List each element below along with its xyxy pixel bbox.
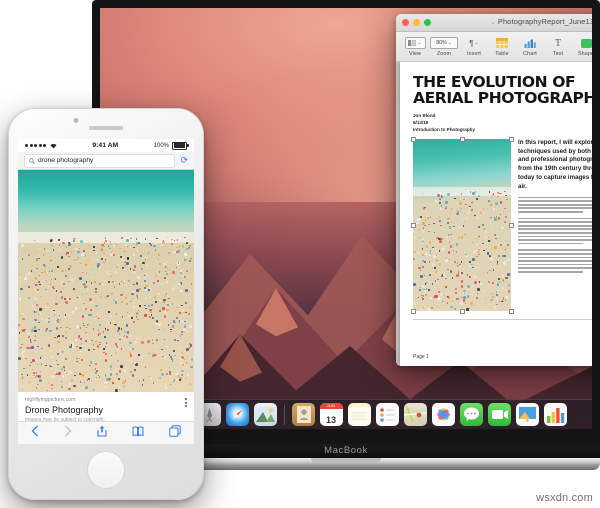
byline-course: Introduction to Photography: [413, 127, 476, 132]
heading-line-2: AERIAL PHOTOGRAPHY: [413, 89, 592, 108]
status-time: 9:41 AM: [92, 142, 119, 149]
search-input-value: drone photography: [38, 157, 94, 164]
dock-item-notes[interactable]: [347, 403, 371, 426]
reload-icon[interactable]: ⟳: [180, 155, 188, 166]
window-title-text: PhotographyReport_June13: [497, 17, 592, 26]
watermark: wsxdn.com: [536, 492, 593, 504]
zoom-value: 80% ⌄: [430, 37, 458, 50]
dock-item-photos[interactable]: [431, 403, 455, 426]
forward-icon[interactable]: [64, 424, 72, 442]
back-icon[interactable]: [31, 424, 39, 442]
insert-icon: ¶ ⌄: [469, 38, 479, 48]
safari-toolbar[interactable]: [18, 421, 194, 444]
chart-icon: [524, 37, 536, 50]
dock-item-reminders[interactable]: [375, 403, 399, 426]
zoom-label: Zoom: [436, 50, 452, 57]
insert-label: Insert: [466, 50, 482, 57]
shape-label: Shape: [577, 50, 592, 57]
calendar-month: JUN: [319, 403, 343, 409]
dock-item-messages[interactable]: [459, 403, 483, 426]
iphone-screen[interactable]: 9:41 AM 100% drone photography ⟳ highfly…: [18, 139, 194, 444]
share-icon[interactable]: [97, 424, 107, 442]
macbook-lid-notch: [311, 458, 381, 463]
selection-handle-ml[interactable]: [411, 222, 416, 228]
toolbar-chart[interactable]: Chart: [516, 37, 544, 57]
document-page[interactable]: THE EVOLUTION OF AERIAL PHOTOGRAPHY Jon …: [400, 62, 592, 366]
view-label: View: [409, 50, 421, 57]
home-button[interactable]: [87, 451, 125, 489]
calendar-day: 13: [325, 415, 336, 425]
toolbar-shape[interactable]: Shape: [572, 37, 592, 57]
lock-chevron-icon: ⌄: [490, 20, 496, 26]
document-canvas[interactable]: THE EVOLUTION OF AERIAL PHOTOGRAPHY Jon …: [396, 62, 592, 366]
earpiece-speaker: [89, 126, 123, 130]
result-title[interactable]: Drone Photography: [25, 405, 187, 415]
toolbar-view[interactable]: ⌄ View: [401, 37, 429, 57]
document-columns: In this report, I will explore the techn…: [411, 136, 592, 314]
window-titlebar[interactable]: ⌄ PhotographyReport_June13 ⌄: [396, 14, 592, 32]
dock-separator: [283, 404, 285, 425]
byline-author: Jon Blond: [413, 113, 436, 119]
byline-date: 6/13/16: [413, 120, 429, 126]
battery-icon: [172, 141, 189, 150]
zoom-percent: 80%: [436, 40, 447, 46]
document-column-left: [411, 136, 514, 314]
dock-item-maps[interactable]: [403, 403, 427, 426]
selection-handle-tr[interactable]: [509, 136, 514, 142]
selection-handle-bl[interactable]: [411, 308, 416, 314]
footer-rule: [413, 318, 592, 320]
toolbar-text[interactable]: T Text: [544, 37, 572, 57]
search-input[interactable]: drone photography: [24, 153, 176, 168]
front-camera-icon: [73, 118, 79, 123]
chart-label: Chart: [523, 50, 537, 57]
dock-item-photos-app[interactable]: [253, 403, 277, 426]
dock-item-calendar[interactable]: JUN 13: [319, 403, 343, 426]
more-options-icon[interactable]: [185, 398, 187, 408]
selection-handle-bc[interactable]: [460, 308, 465, 314]
pages-body: THE EVOLUTION OF AERIAL PHOTOGRAPHY Jon …: [396, 62, 592, 366]
dock-item-contacts[interactable]: [291, 403, 315, 426]
toolbar-insert[interactable]: ¶ ⌄ Insert: [460, 37, 488, 57]
search-result-image[interactable]: [18, 170, 194, 392]
table-label: Table: [495, 50, 509, 57]
window-title: ⌄ PhotographyReport_June13 ⌄: [396, 17, 592, 26]
dock-item-keynote[interactable]: [515, 403, 539, 426]
dock-item-numbers[interactable]: [543, 403, 567, 426]
document-byline[interactable]: Jon Blond 6/13/16 Introduction to Photog…: [413, 113, 592, 134]
document-body-text: [518, 196, 592, 273]
page-number: Page 1: [413, 354, 429, 360]
dock-item-facetime[interactable]: [487, 403, 511, 426]
pages-window[interactable]: ⌄ PhotographyReport_June13 ⌄ ⌄ Vi: [396, 14, 592, 366]
toolbar-table[interactable]: Table: [488, 37, 516, 57]
iphone-device: 9:41 AM 100% drone photography ⟳ highfly…: [8, 108, 204, 500]
toolbar-zoom[interactable]: 80% ⌄ Zoom: [429, 37, 459, 57]
iphone-status-bar: 9:41 AM 100%: [18, 139, 194, 152]
battery-percent: 100%: [153, 142, 169, 149]
bookmarks-icon[interactable]: [132, 424, 144, 442]
shape-icon: [580, 37, 592, 50]
tabs-icon[interactable]: [169, 424, 182, 442]
selection-handle-mr[interactable]: [509, 222, 514, 228]
signal-strength-icon: [25, 143, 57, 149]
table-icon: [496, 37, 508, 50]
pages-toolbar[interactable]: ⌄ View 80% ⌄ Zoom ¶ ⌄ Insert Table Chart…: [396, 32, 592, 62]
text-icon: T: [554, 37, 562, 49]
dock-item-safari[interactable]: [225, 403, 249, 426]
selection-handle-br[interactable]: [509, 308, 514, 314]
result-source-url[interactable]: highflyingpicture.com: [25, 397, 187, 403]
document-intro-paragraph: In this report, I will explore the techn…: [518, 138, 592, 190]
safari-search-bar[interactable]: drone photography ⟳: [18, 152, 194, 170]
selection-handle-tl[interactable]: [411, 136, 416, 142]
view-icon: ⌄: [404, 37, 426, 50]
document-heading[interactable]: THE EVOLUTION OF AERIAL PHOTOGRAPHY: [413, 74, 592, 106]
selection-handle-tc[interactable]: [460, 136, 465, 142]
document-column-right[interactable]: In this report, I will explore the techn…: [518, 139, 592, 311]
search-icon: [29, 157, 35, 164]
text-label: Text: [552, 50, 564, 57]
beach-photo-image[interactable]: [413, 138, 511, 311]
